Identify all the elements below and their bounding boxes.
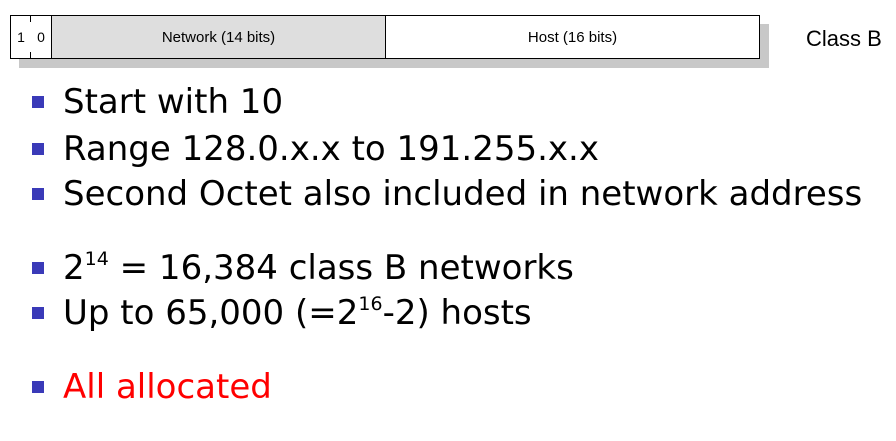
bullet-text: Second Octet also included in network ad… [63,174,863,214]
bullet-square-icon [32,307,44,319]
bullet-square-icon [32,96,44,108]
bullet-text: Range 128.0.x.x to 191.255.x.x [63,129,599,169]
host-count-prefix: Up to 65,000 (=2 [63,293,359,333]
bullet-text: Start with 10 [63,82,284,122]
bullet-square-icon [32,188,44,200]
power-base: 2 [63,248,85,288]
host-count-suffix: -2) hosts [382,293,532,333]
network-count-text: = 16,384 class B networks [108,248,574,288]
bullet-item-host-count: Up to 65,000 (=216-2) hosts [32,293,532,333]
bullet-item-second-octet: Second Octet also included in network ad… [32,174,862,214]
bullet-item-start: Start with 10 [32,82,283,122]
network-field: Network (14 bits) [51,16,386,58]
network-field-label: Network (14 bits) [161,28,276,46]
bit-2: 0 [37,29,45,45]
bullet-square-icon [32,381,44,393]
bullet-item-network-count: 214 = 16,384 class B networks [32,248,574,288]
bullet-text: All allocated [63,367,272,407]
class-label: Class B [806,26,882,51]
power-exponent: 14 [84,248,109,270]
bullet-text: Up to 65,000 (=216-2) hosts [63,293,532,333]
bullet-square-icon [32,143,44,155]
bullet-square-icon [32,262,44,274]
host-power-exponent: 16 [358,293,383,315]
host-field: Host (16 bits) [386,16,759,58]
bullet-text: 214 = 16,384 class B networks [63,248,574,288]
host-field-label: Host (16 bits) [527,28,618,46]
bit-divider-bottom [30,52,31,58]
class-b-address-diagram: 1 0 Network (14 bits) Host (16 bits) [10,15,769,68]
bullet-item-allocated: All allocated [32,367,272,407]
bit-divider-top [30,16,31,22]
bullet-item-range: Range 128.0.x.x to 191.255.x.x [32,129,599,169]
leading-bits-field: 1 0 [11,16,51,58]
address-format-box: 1 0 Network (14 bits) Host (16 bits) [10,15,760,59]
bit-1: 1 [17,29,25,45]
